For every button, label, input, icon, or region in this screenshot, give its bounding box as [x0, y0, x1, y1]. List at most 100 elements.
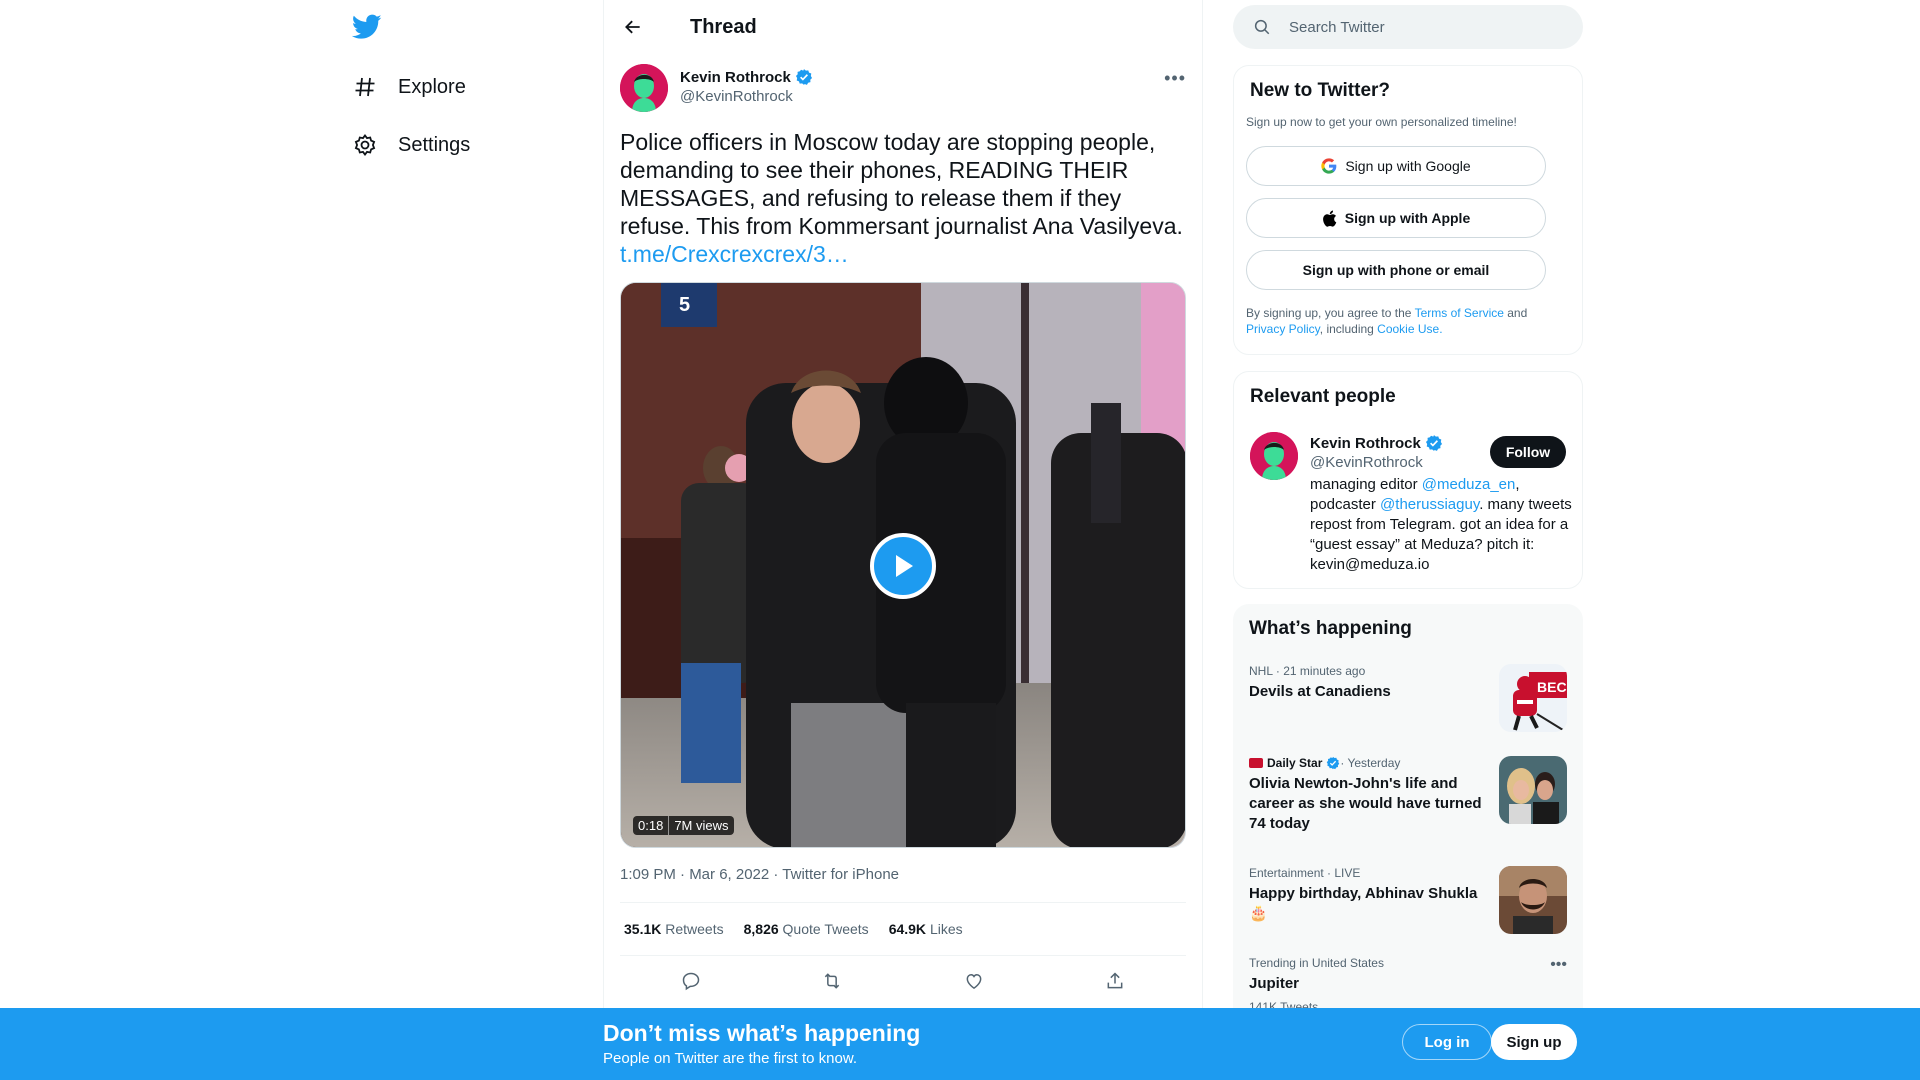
bio-text-1: managing editor	[1310, 476, 1422, 493]
like-icon[interactable]	[957, 964, 991, 998]
daily-star-logo-icon	[1249, 758, 1263, 768]
trend-item[interactable]: Daily Star · Yesterday Olivia Newton-Joh…	[1249, 756, 1567, 834]
trend-title: Olivia Newton-John's life and career as …	[1249, 775, 1482, 832]
trend-thumbnail: BEC	[1499, 664, 1567, 732]
retweets-stat[interactable]: 35.1K Retweets	[624, 921, 724, 937]
video-views: 7M views	[668, 816, 733, 835]
nav-explore[interactable]: Explore	[352, 67, 466, 107]
search-input[interactable]	[1289, 18, 1549, 36]
video-player[interactable]: 5 0:18 7M views	[620, 282, 1186, 848]
new-to-twitter-card: New to Twitter? Sign up now to get your …	[1233, 65, 1583, 355]
back-arrow-icon[interactable]	[620, 14, 646, 40]
tweet-body: Police officers in Moscow today are stop…	[620, 129, 1183, 239]
trend-time: · Yesterday	[1340, 756, 1401, 770]
likes-label: Likes	[929, 921, 963, 937]
relevant-people-card: Relevant people Kevin Rothrock @KevinRot…	[1233, 371, 1583, 589]
trend-title: Devils at Canadiens	[1249, 683, 1391, 700]
legal-prefix: By signing up, you agree to the	[1246, 306, 1415, 320]
login-button[interactable]: Log in	[1402, 1024, 1492, 1060]
thread-header: Thread	[604, 0, 1202, 54]
video-meta: 0:18 7M views	[633, 816, 734, 835]
relevant-bio: managing editor @meduza_en, podcaster @t…	[1310, 475, 1572, 575]
relevant-handle[interactable]: @KevinRothrock	[1310, 454, 1423, 471]
signup-legal-text: By signing up, you agree to the Terms of…	[1246, 305, 1566, 337]
cookie-link[interactable]: Cookie Use.	[1377, 322, 1442, 336]
trend-source: Daily Star	[1267, 756, 1323, 770]
tweet-stats: 35.1K Retweets 8,826 Quote Tweets 64.9K …	[620, 902, 1186, 956]
nav-settings-label: Settings	[398, 133, 471, 156]
whats-happening-title: What’s happening	[1249, 618, 1412, 639]
quotes-count: 8,826	[743, 921, 779, 937]
bio-mention-therussiaguy[interactable]: @therussiaguy	[1380, 496, 1479, 513]
retweets-count: 35.1K	[624, 921, 662, 937]
tweet-timestamp[interactable]: 1:09 PM · Mar 6, 2022 · Twitter for iPho…	[604, 866, 1202, 902]
trend-title: Jupiter	[1249, 975, 1300, 992]
bio-mention-meduza[interactable]: @meduza_en	[1422, 476, 1516, 493]
retweets-label: Retweets	[665, 921, 724, 937]
legal-including: , including	[1319, 322, 1378, 336]
search-icon	[1254, 19, 1270, 35]
relevant-people-title: Relevant people	[1250, 386, 1396, 407]
trend-thumbnail	[1499, 756, 1567, 824]
nav-explore-label: Explore	[398, 75, 466, 98]
google-icon	[1321, 158, 1337, 174]
reply-icon[interactable]	[674, 964, 708, 998]
more-options-icon[interactable]: •••	[1550, 956, 1567, 974]
whats-happening-card: What’s happening NHL · 21 minutes ago De…	[1233, 604, 1583, 1024]
play-icon	[896, 555, 913, 577]
legal-and: and	[1503, 306, 1528, 320]
new-to-twitter-title: New to Twitter?	[1250, 80, 1391, 101]
signup-phone-label: Sign up with phone or email	[1302, 262, 1490, 278]
video-duration: 0:18	[638, 818, 664, 833]
relevant-avatar[interactable]	[1250, 432, 1298, 480]
likes-count: 64.9K	[888, 921, 927, 937]
terms-link[interactable]: Terms of Service	[1415, 306, 1504, 320]
svg-text:5: 5	[679, 294, 690, 316]
play-button[interactable]	[870, 533, 936, 599]
hashtag-icon	[352, 74, 378, 100]
signup-apple-label: Sign up with Apple	[1344, 210, 1471, 226]
trend-meta: Trending in United States	[1249, 956, 1384, 970]
quotes-stat[interactable]: 8,826 Quote Tweets	[744, 921, 869, 937]
tweet-text: Police officers in Moscow today are stop…	[604, 128, 1202, 268]
share-icon[interactable]	[1098, 964, 1132, 998]
svg-text:BEC: BEC	[1537, 679, 1567, 695]
retweet-icon[interactable]	[815, 964, 849, 998]
search-bar[interactable]	[1233, 5, 1583, 49]
signup-google-button[interactable]: Sign up with Google	[1246, 146, 1546, 186]
privacy-link[interactable]: Privacy Policy	[1246, 322, 1320, 336]
apple-icon	[1322, 209, 1337, 227]
banner-subtext: People on Twitter are the first to know.	[603, 1050, 858, 1067]
page-title: Thread	[690, 15, 757, 38]
twitter-logo-icon[interactable]	[351, 14, 382, 40]
tweet-link[interactable]: t.me/Crexcrexcrex/3…	[620, 240, 1186, 268]
relevant-name-text: Kevin Rothrock	[1310, 434, 1421, 452]
signup-apple-button[interactable]: Sign up with Apple	[1246, 198, 1546, 238]
nav-settings[interactable]: Settings	[352, 125, 470, 165]
trend-title: Happy birthday, Abhinav Shukla 🎂	[1249, 885, 1478, 922]
signup-phone-button[interactable]: Sign up with phone or email	[1246, 250, 1546, 290]
trend-thumbnail	[1499, 866, 1567, 934]
author-name[interactable]: Kevin Rothrock	[680, 68, 813, 86]
follow-button[interactable]: Follow	[1490, 436, 1566, 468]
author-name-text: Kevin Rothrock	[680, 68, 791, 86]
verified-badge-icon	[795, 68, 813, 86]
verified-badge-icon	[1326, 756, 1340, 770]
likes-stat[interactable]: 64.9K Likes	[889, 921, 963, 937]
verified-badge-icon	[1425, 434, 1443, 452]
quotes-label: Quote Tweets	[782, 921, 869, 937]
tweet-actions	[620, 956, 1186, 1006]
author-handle[interactable]: @KevinRothrock	[680, 88, 793, 105]
signup-google-label: Sign up with Google	[1345, 158, 1471, 174]
author-avatar[interactable]	[620, 64, 668, 112]
main-column: Thread Kevin Rothrock @KevinRothrock •••…	[603, 0, 1203, 1080]
trend-item[interactable]: NHL · 21 minutes ago Devils at Canadiens…	[1249, 664, 1567, 732]
trend-item[interactable]: Trending in United States Jupiter 141K T…	[1249, 956, 1567, 1014]
new-to-twitter-subtitle: Sign up now to get your own personalized…	[1246, 115, 1517, 129]
signup-banner: Don’t miss what’s happening People on Tw…	[0, 1008, 1920, 1080]
more-options-icon[interactable]: •••	[1164, 68, 1186, 89]
relevant-name[interactable]: Kevin Rothrock	[1310, 434, 1443, 452]
trend-item[interactable]: Entertainment · LIVE Happy birthday, Abh…	[1249, 866, 1567, 934]
signup-button[interactable]: Sign up	[1491, 1024, 1577, 1060]
tweet-author: Kevin Rothrock @KevinRothrock •••	[604, 64, 1202, 128]
